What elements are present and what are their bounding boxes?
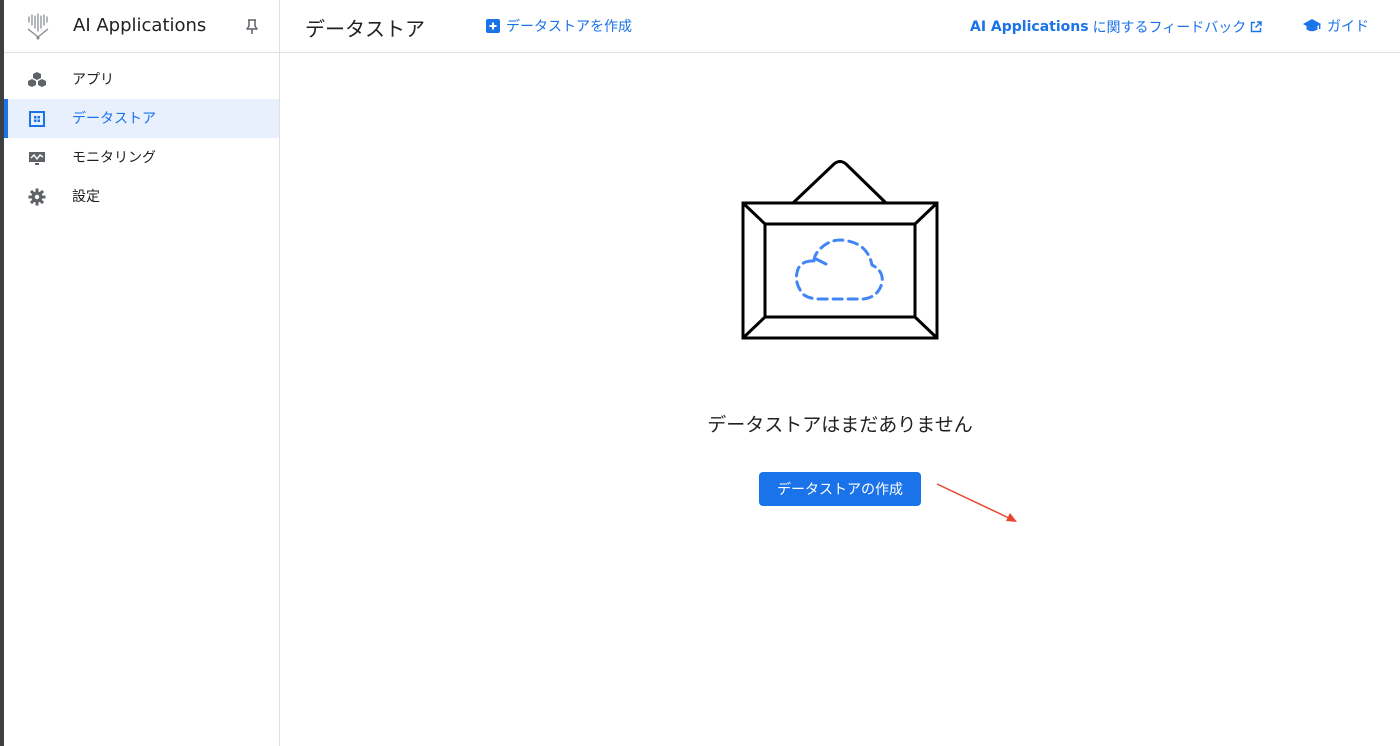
open-in-new-icon <box>1251 21 1262 33</box>
cubes-icon <box>28 72 46 87</box>
main-content: データストアはまだありません データストアの作成 <box>280 54 1400 746</box>
sidebar-item-label: アプリ <box>72 72 114 88</box>
topbar: データストア データストアを作成 AI Applications に関するフィー… <box>280 0 1400 53</box>
product-name: AI Applications <box>73 15 207 36</box>
sidebar-item-monitoring[interactable]: モニタリング <box>4 138 279 177</box>
feedback-suffix: に関するフィードバック <box>1092 20 1247 36</box>
school-icon <box>1303 19 1321 32</box>
sidebar: AI Applications アプリ データストア モニタリング 設定 <box>4 0 280 746</box>
create-datastore-link[interactable]: データストアを作成 <box>486 16 632 36</box>
sidebar-header: AI Applications <box>4 0 279 53</box>
sidebar-nav: アプリ データストア モニタリング 設定 <box>4 53 279 216</box>
monitoring-icon <box>29 152 45 165</box>
sidebar-item-apps[interactable]: アプリ <box>4 60 279 99</box>
empty-frame-illustration <box>741 160 939 340</box>
sidebar-item-label: 設定 <box>72 189 100 205</box>
create-link-label: データストアを作成 <box>506 19 632 35</box>
page-title: データストア <box>305 17 425 41</box>
sidebar-item-label: データストア <box>72 111 156 127</box>
create-datastore-button[interactable]: データストアの作成 <box>759 472 921 506</box>
sidebar-item-label: モニタリング <box>72 150 156 166</box>
product-logo-icon <box>27 13 49 40</box>
annotation-arrow-icon <box>936 483 1017 522</box>
empty-state-title: データストアはまだありません <box>707 414 973 436</box>
add-box-icon <box>486 19 500 33</box>
guide-label: ガイド <box>1327 19 1369 35</box>
datastore-icon <box>29 111 45 127</box>
feedback-product-name: AI Applications <box>970 19 1089 35</box>
pin-icon[interactable] <box>244 18 260 36</box>
feedback-link[interactable]: AI Applications に関するフィードバック <box>970 17 1262 37</box>
sidebar-item-datastore[interactable]: データストア <box>4 99 279 138</box>
guide-link[interactable]: ガイド <box>1303 16 1369 36</box>
gear-icon <box>28 188 46 206</box>
sidebar-item-settings[interactable]: 設定 <box>4 177 279 216</box>
